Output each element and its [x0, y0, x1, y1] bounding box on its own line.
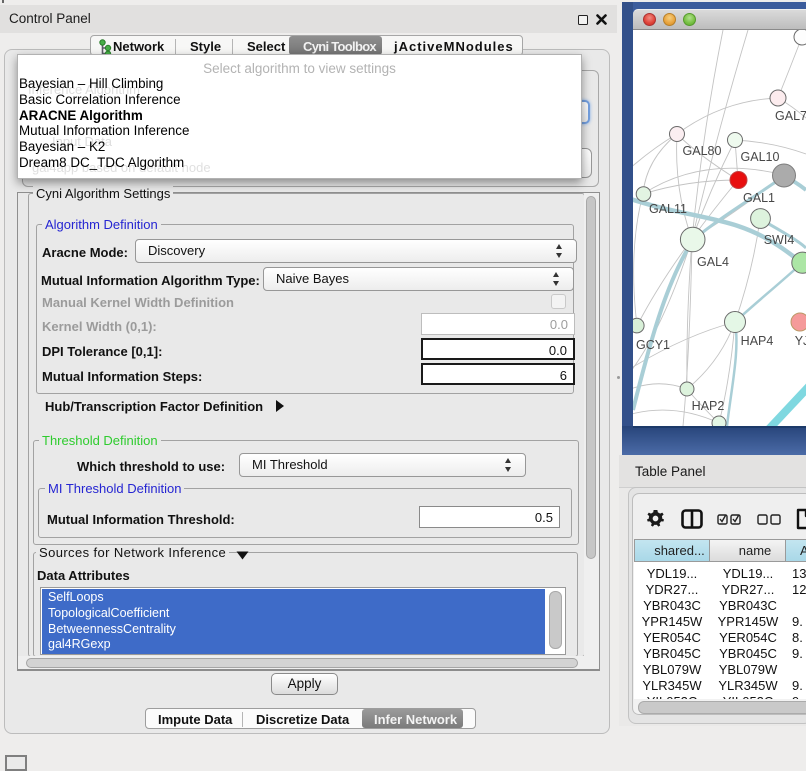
- svg-text:GAL4: GAL4: [697, 255, 729, 269]
- svg-text:GAL1: GAL1: [743, 191, 775, 205]
- svg-text:GAL11: GAL11: [649, 202, 687, 216]
- svg-text:HAP4: HAP4: [741, 334, 774, 348]
- svg-text:YJ: YJ: [795, 334, 806, 348]
- svg-text:GAL80: GAL80: [683, 144, 722, 158]
- svg-text:GAL7: GAL7: [775, 109, 806, 123]
- svg-text:GCY1: GCY1: [636, 338, 670, 352]
- svg-text:GAL10: GAL10: [741, 150, 780, 164]
- svg-text:HAP2: HAP2: [692, 399, 725, 413]
- svg-text:SWI4: SWI4: [764, 233, 795, 247]
